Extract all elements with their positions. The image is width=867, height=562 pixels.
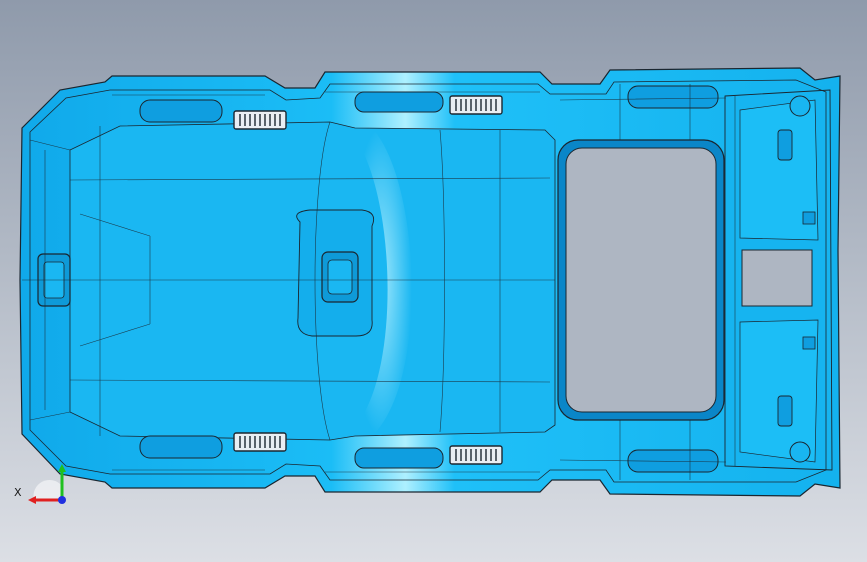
visor-pivot-lower [789, 441, 811, 463]
visor-clip-left-upper [777, 129, 793, 161]
visor-hook-upper [802, 211, 816, 225]
air-vent [233, 110, 287, 130]
coordinate-axes-triad-icon: X [14, 464, 66, 504]
dome-light-cutout [741, 249, 813, 307]
visor-hook-lower [802, 336, 816, 350]
air-vent [233, 432, 287, 452]
grab-handle-recess [139, 99, 223, 123]
air-vent [449, 95, 503, 115]
visor-pivot-upper [789, 95, 811, 117]
3d-viewport[interactable]: X [0, 0, 867, 562]
x-axis-label: X [14, 486, 22, 499]
rear-dome-light-lens [327, 259, 353, 295]
visor-clip-left-lower [777, 395, 793, 427]
z-axis-dot [58, 496, 66, 504]
grab-handle-recess [627, 85, 719, 109]
grab-handle-recess [354, 91, 444, 113]
sunroof-opening-hole [565, 147, 717, 413]
air-vent [449, 445, 503, 465]
grab-handle-recess [139, 435, 223, 459]
grab-handle-recess [354, 447, 444, 469]
headliner-model[interactable] [0, 0, 867, 562]
